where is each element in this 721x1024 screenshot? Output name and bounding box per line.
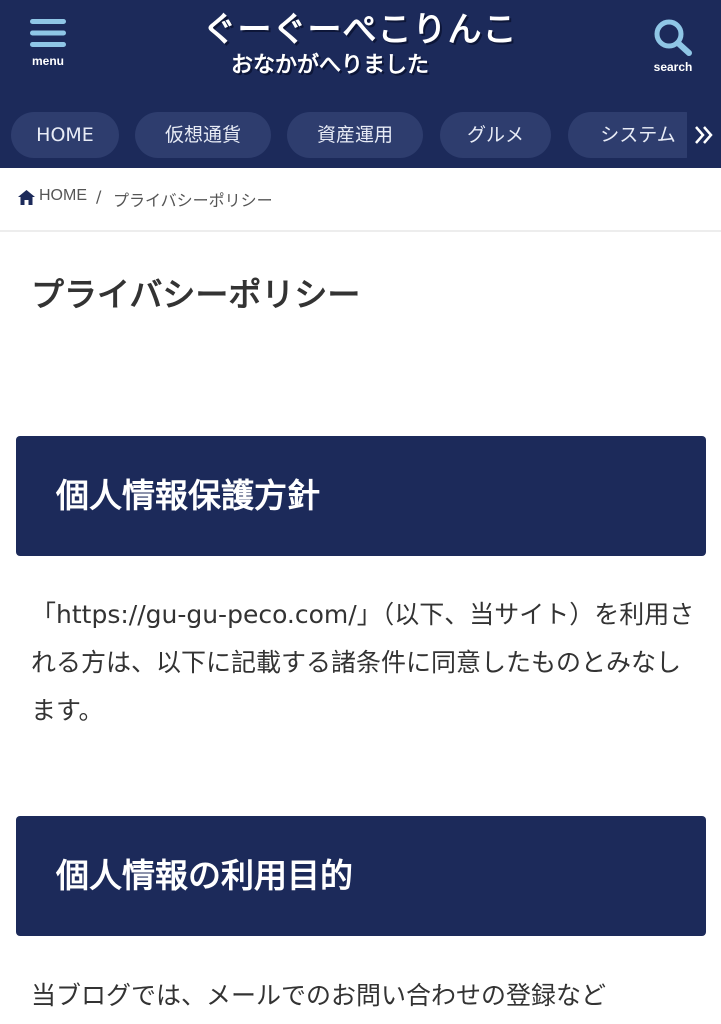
section-heading: 個人情報保護方針	[16, 436, 706, 556]
breadcrumb: HOME / プライバシーポリシー	[0, 168, 721, 232]
section-heading-text: 個人情報の利用目的	[56, 856, 353, 895]
breadcrumb-home-link[interactable]: HOME	[39, 187, 87, 205]
double-chevron-right-icon	[695, 126, 713, 144]
section-paragraph: 「https://gu-gu-peco.com/」（以下、当サイト）を利用される…	[31, 600, 695, 725]
nav-item-crypto[interactable]: 仮想通貨	[135, 112, 271, 158]
logo-title: ぐーぐーぺこりんこ	[202, 10, 518, 50]
nav-scroll-more[interactable]	[687, 112, 721, 158]
site-logo[interactable]: ぐーぐーぺこりんこ おなかがへりました	[200, 8, 520, 88]
section-paragraph: 当ブログでは、メールでのお問い合わせの登録など	[31, 981, 607, 1010]
nav-item-home[interactable]: HOME	[11, 112, 119, 158]
menu-button[interactable]: menu	[18, 16, 78, 86]
breadcrumb-separator: /	[96, 187, 102, 206]
nav-item-gourmet[interactable]: グルメ	[440, 112, 551, 158]
home-icon	[18, 190, 35, 205]
search-label: search	[653, 60, 693, 74]
breadcrumb-current: プライバシーポリシー	[113, 191, 273, 210]
category-nav: HOME 仮想通貨 資産運用 グルメ システム	[0, 112, 721, 160]
section-heading-text: 個人情報保護方針	[56, 476, 320, 515]
search-button[interactable]: search	[643, 18, 703, 88]
section-heading: 個人情報の利用目的	[16, 816, 706, 936]
hamburger-icon	[30, 19, 66, 47]
menu-label: menu	[31, 54, 64, 68]
search-icon	[654, 19, 692, 56]
nav-item-asset-management[interactable]: 資産運用	[287, 112, 423, 158]
site-header: menu ぐーぐーぺこりんこ おなかがへりました search HOME 仮想通…	[0, 0, 721, 168]
logo-subtitle: おなかがへりました	[230, 53, 429, 78]
page-title: プライバシーポリシー	[31, 275, 361, 314]
